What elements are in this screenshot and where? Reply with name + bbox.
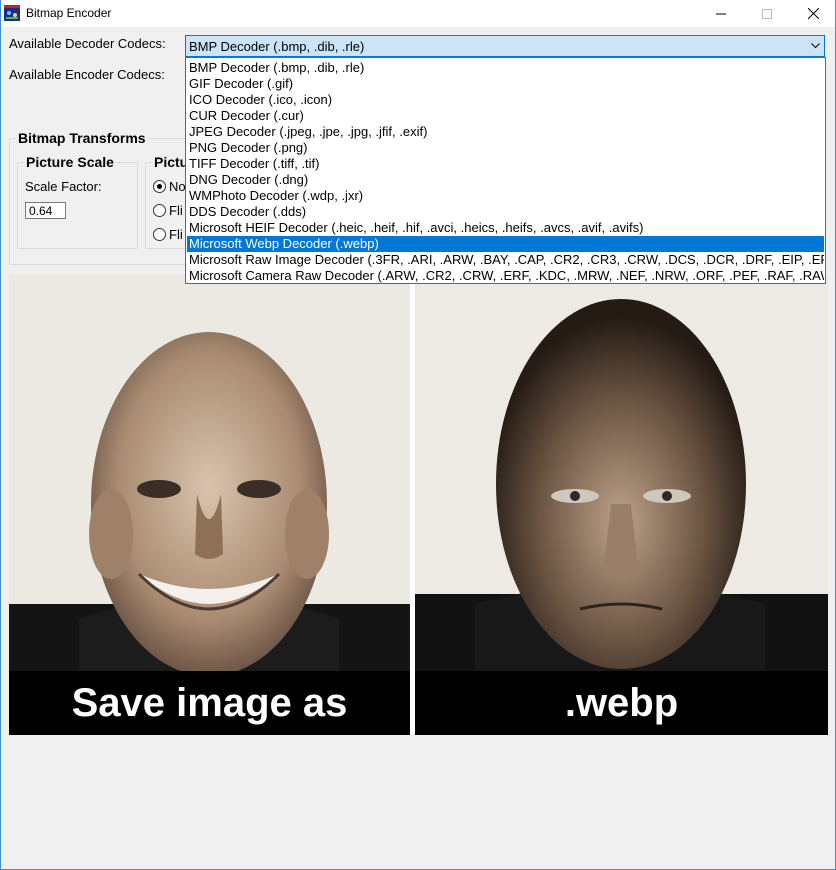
minimize-icon xyxy=(716,13,726,14)
radio-option-3[interactable] xyxy=(153,228,166,241)
decoder-combobox[interactable]: BMP Decoder (.bmp, .dib, .rle) xyxy=(185,35,825,57)
left-photo: Save image as xyxy=(9,274,410,735)
right-caption: .webp xyxy=(415,671,828,735)
decoder-option[interactable]: Microsoft HEIF Decoder (.heic, .heif, .h… xyxy=(187,220,824,236)
encoder-label: Available Encoder Codecs: xyxy=(9,67,165,82)
app-icon xyxy=(4,5,20,21)
decoder-option[interactable]: GIF Decoder (.gif) xyxy=(187,76,824,92)
left-caption: Save image as xyxy=(9,671,410,735)
maximize-button[interactable] xyxy=(744,0,790,27)
decoder-option[interactable]: Microsoft Raw Image Decoder (.3FR, .ARI,… xyxy=(187,252,824,268)
close-icon xyxy=(807,8,819,19)
picture-scale-title: Picture Scale xyxy=(24,154,116,170)
radio-option-3-label: Fli xyxy=(169,227,183,242)
decoder-option[interactable]: DDS Decoder (.dds) xyxy=(187,204,824,220)
decoder-option[interactable]: DNG Decoder (.dng) xyxy=(187,172,824,188)
decoder-dropdown-list[interactable]: BMP Decoder (.bmp, .dib, .rle) GIF Decod… xyxy=(185,57,826,284)
bitmap-transforms-title: Bitmap Transforms xyxy=(16,130,148,146)
decoder-option[interactable]: WMPhoto Decoder (.wdp, .jxr) xyxy=(187,188,824,204)
radio-option-1[interactable] xyxy=(153,180,166,193)
title-bar: Bitmap Encoder xyxy=(0,0,836,27)
radio-option-2[interactable] xyxy=(153,204,166,217)
chevron-down-icon xyxy=(811,43,820,49)
scale-factor-input[interactable]: 0.64 xyxy=(25,202,66,219)
scale-factor-label: Scale Factor: xyxy=(25,179,102,194)
decoder-selected-value: BMP Decoder (.bmp, .dib, .rle) xyxy=(189,39,365,54)
decoder-option[interactable]: TIFF Decoder (.tiff, .tif) xyxy=(187,156,824,172)
window-border-left xyxy=(0,0,1,870)
smiling-face-image xyxy=(9,332,410,671)
decoder-option[interactable]: PNG Decoder (.png) xyxy=(187,140,824,156)
minimize-button[interactable] xyxy=(698,0,744,27)
right-photo: .webp xyxy=(415,274,828,735)
maximize-icon xyxy=(762,8,772,19)
serious-face-image xyxy=(415,299,828,671)
decoder-option[interactable]: CUR Decoder (.cur) xyxy=(187,108,824,124)
window-title: Bitmap Encoder xyxy=(26,6,112,20)
radio-option-2-label: Fli xyxy=(169,203,183,218)
decoder-option[interactable]: BMP Decoder (.bmp, .dib, .rle) xyxy=(187,60,824,76)
radio-option-1-label: No xyxy=(169,179,186,194)
decoder-option-highlighted[interactable]: Microsoft Webp Decoder (.webp) xyxy=(187,236,824,252)
decoder-option[interactable]: ICO Decoder (.ico, .icon) xyxy=(187,92,824,108)
decoder-label: Available Decoder Codecs: xyxy=(9,36,166,51)
close-button[interactable] xyxy=(790,0,836,27)
picture-box: Save image as .webp xyxy=(9,274,828,735)
decoder-option[interactable]: JPEG Decoder (.jpeg, .jpe, .jpg, .jfif, … xyxy=(187,124,824,140)
decoder-option[interactable]: Microsoft Camera Raw Decoder (.ARW, .CR2… xyxy=(187,268,824,283)
